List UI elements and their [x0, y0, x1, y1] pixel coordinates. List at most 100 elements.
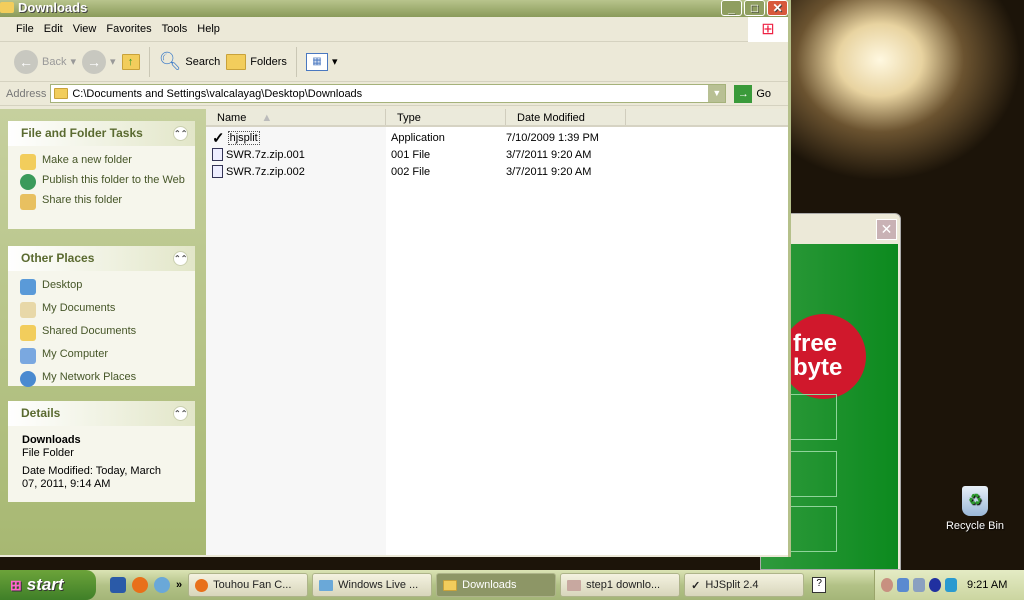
start-button[interactable]: ⊞ start [0, 570, 96, 600]
taskbar-button-touhou[interactable]: Touhou Fan C... [188, 573, 309, 597]
address-label: Address [6, 87, 47, 100]
taskbar-button-hjsplit[interactable]: ✓ HJSplit 2.4 [684, 573, 805, 597]
taskbar-button-step1[interactable]: step1 downlo... [560, 573, 681, 597]
task-label: step1 downlo... [586, 579, 661, 591]
file-type: 001 File [391, 148, 431, 161]
column-label: Date Modified [517, 112, 585, 124]
menu-view[interactable]: View [71, 23, 105, 35]
my-computer-icon [20, 348, 36, 364]
recycle-bin-icon: ♻ [962, 486, 988, 516]
up-folder-button[interactable]: ↑ [121, 53, 140, 70]
go-arrow-icon[interactable]: → [734, 84, 753, 103]
taskbar: ⊞ start » Touhou Fan C... Windows Live ..… [0, 570, 1024, 600]
windows-logo-icon: ⊞ [748, 17, 788, 42]
views-button[interactable]: ▦ ▾ [305, 52, 337, 71]
title-bar[interactable]: Downloads _ □ ✕ [0, 0, 788, 17]
column-header-type[interactable]: Type [386, 109, 506, 125]
firefox-icon [195, 578, 209, 592]
place-my-computer[interactable]: My Computer [20, 348, 185, 364]
taskbar-button-windows-live[interactable]: Windows Live ... [312, 573, 433, 597]
toolbar: ← Back ▾ → ▾ ↑ 🔍︎ Search Folders ▦ ▾ [0, 42, 788, 82]
taskbar-button-downloads[interactable]: Downloads [436, 573, 557, 597]
file-row[interactable]: SWR.7z.zip.002 002 File 3/7/2011 9:20 AM [206, 163, 788, 180]
place-my-documents[interactable]: My Documents [20, 302, 185, 318]
search-button[interactable]: 🔍︎ Search [159, 51, 221, 72]
views-icon: ▦ [305, 52, 328, 71]
panel-header[interactable]: File and Folder Tasks ⌃⌃ [8, 121, 195, 146]
start-label: start [26, 575, 64, 594]
place-my-network-places[interactable]: My Network Places [20, 371, 185, 387]
system-tray: 9:21 AM [874, 570, 1024, 600]
menu-favorites[interactable]: Favorites [104, 23, 159, 35]
separator [148, 46, 150, 77]
bluetooth-tray-icon[interactable] [929, 578, 941, 592]
place-desktop[interactable]: Desktop [20, 279, 185, 295]
column-label: Type [397, 112, 421, 124]
file-name: SWR.7z.zip.002 [226, 165, 305, 178]
file-name: hjsplit [227, 130, 260, 145]
quick-launch-more[interactable]: » [176, 579, 182, 591]
details-modified: Date Modified: Today, March 07, 2011, 9:… [22, 465, 161, 490]
photoshop-icon[interactable] [110, 577, 126, 593]
menu-tools[interactable]: Tools [160, 23, 196, 35]
minimize-button[interactable]: _ [721, 0, 742, 16]
panel-header[interactable]: Other Places ⌃⌃ [8, 246, 195, 271]
other-places-panel: Other Places ⌃⌃ Desktop My Documents Shar… [8, 246, 195, 387]
dropdown-icon: ▾ [70, 56, 76, 68]
firefox-icon[interactable] [132, 577, 148, 593]
column-header-name[interactable]: Name ▲ [206, 109, 386, 125]
place-label: My Network Places [42, 371, 137, 383]
task-make-new-folder[interactable]: Make a new folder [20, 154, 185, 170]
menu-help[interactable]: Help [195, 23, 228, 35]
file-row[interactable]: SWR.7z.zip.001 001 File 3/7/2011 9:20 AM [206, 146, 788, 163]
back-label: Back [42, 55, 67, 68]
search-label: Search [185, 55, 221, 68]
menu-file[interactable]: File [14, 23, 42, 35]
folders-button[interactable]: Folders [226, 53, 287, 70]
collapse-chevron-icon[interactable]: ⌃⌃ [173, 406, 188, 421]
installer-icon [567, 579, 582, 591]
collapse-chevron-icon[interactable]: ⌃⌃ [173, 126, 188, 141]
clock[interactable]: 9:21 AM [967, 579, 1007, 591]
task-share-folder[interactable]: Share this folder [20, 194, 185, 210]
users-tray-icon[interactable] [913, 578, 925, 592]
close-button[interactable]: ✕ [767, 0, 788, 16]
task-publish-folder[interactable]: Publish this folder to the Web [20, 174, 185, 190]
messenger-icon [319, 579, 334, 591]
collapse-chevron-icon[interactable]: ⌃⌃ [173, 251, 188, 266]
tray-collapse-icon[interactable] [881, 578, 893, 592]
app-tray-icon[interactable] [945, 578, 957, 592]
network-tray-icon[interactable] [897, 578, 909, 592]
task-label: Make a new folder [42, 154, 132, 166]
go-button[interactable]: Go [756, 88, 771, 100]
file-date: 3/7/2011 9:20 AM [506, 165, 592, 178]
search-icon: 🔍︎ [158, 51, 182, 71]
address-input[interactable]: C:\Documents and Settings\valcalayag\Des… [50, 84, 727, 103]
address-dropdown-button[interactable]: ▼ [708, 85, 726, 102]
place-label: Shared Documents [42, 325, 137, 337]
file-row[interactable]: ✓ hjsplit Application 7/10/2009 1:39 PM [206, 129, 788, 147]
panel-header[interactable]: Details ⌃⌃ [8, 401, 195, 426]
help-icon[interactable]: ? [812, 577, 827, 593]
details-panel: Details ⌃⌃ Downloads File Folder Date Mod… [8, 401, 195, 502]
checkmark-icon: ✓ [691, 579, 701, 592]
dropdown-icon: ▾ [110, 56, 116, 68]
recycle-bin[interactable]: ♻ Recycle Bin [940, 486, 1010, 532]
forward-button[interactable]: → ▾ [82, 49, 116, 74]
maximize-button[interactable]: □ [744, 0, 765, 16]
menu-edit[interactable]: Edit [42, 23, 71, 35]
file-list: Name ▲ Type Date Modified ✓ hjsplit Appli… [206, 109, 788, 555]
folders-label: Folders [250, 55, 287, 68]
dialog-close-button[interactable]: ✕ [876, 219, 897, 240]
share-folder-icon [20, 194, 36, 210]
back-button[interactable]: ← Back ▾ [14, 49, 76, 74]
folder-icon [54, 88, 69, 99]
task-label: HJSplit 2.4 [705, 579, 759, 591]
back-arrow-icon: ← [14, 49, 38, 74]
address-bar: Address C:\Documents and Settings\valcal… [0, 82, 788, 106]
messenger-icon[interactable] [154, 577, 170, 593]
publish-web-icon [20, 174, 36, 190]
task-label: Windows Live ... [338, 579, 419, 591]
place-shared-documents[interactable]: Shared Documents [20, 325, 185, 341]
column-header-date-modified[interactable]: Date Modified [506, 109, 626, 125]
